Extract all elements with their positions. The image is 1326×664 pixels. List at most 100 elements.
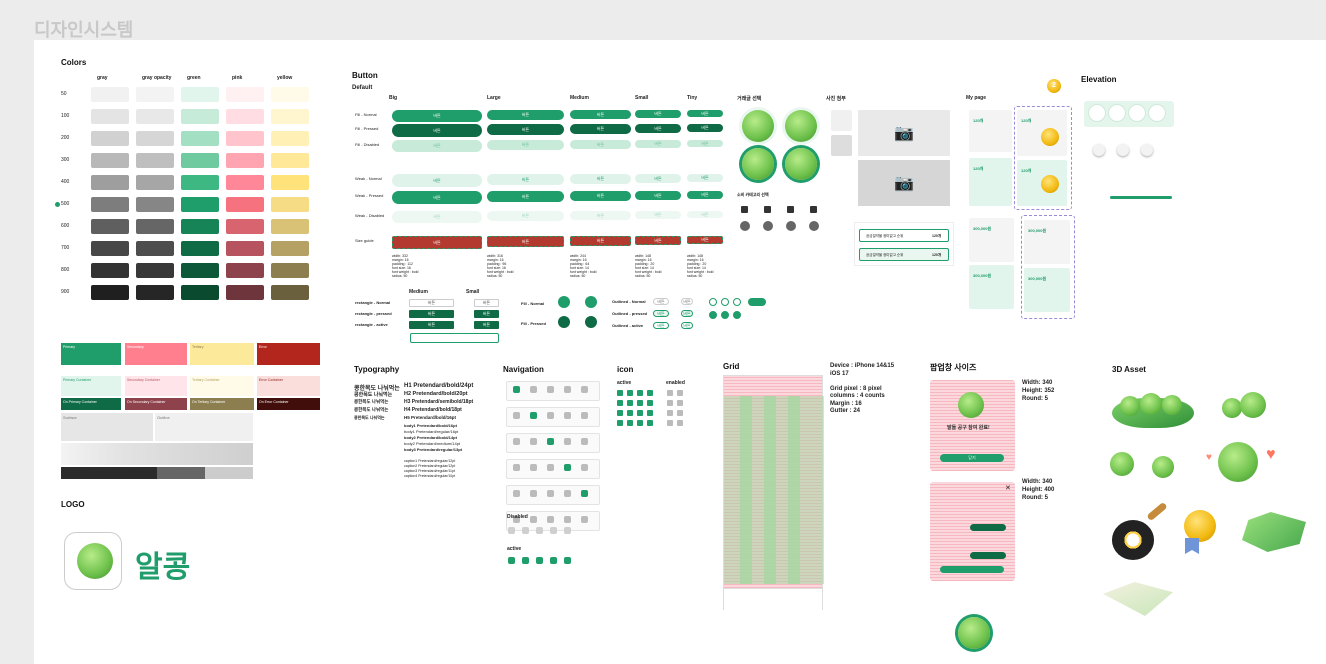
nav-tab-icon[interactable] xyxy=(564,516,571,523)
active-icon[interactable] xyxy=(627,410,633,416)
list-row[interactable]: 공금절약물 광미없고 순위 120개 xyxy=(859,248,949,261)
trade-option-2[interactable] xyxy=(785,110,817,142)
default-button[interactable]: 버튼 xyxy=(687,174,723,182)
profile-circle-icon[interactable] xyxy=(1117,144,1129,156)
default-button[interactable]: 버튼 xyxy=(392,124,482,137)
category-icon-selected[interactable] xyxy=(809,221,819,231)
active-icon[interactable] xyxy=(647,420,653,426)
popup-main-button[interactable] xyxy=(940,566,1004,573)
chip-icon[interactable] xyxy=(721,298,729,306)
nav-tab-icon[interactable] xyxy=(581,412,588,419)
popup-close-button[interactable]: 닫기 xyxy=(940,454,1004,462)
default-button[interactable]: 버튼 xyxy=(487,236,564,247)
nav-tab-icon[interactable] xyxy=(581,490,588,497)
outline-button[interactable]: 버튼 xyxy=(653,322,669,329)
nav-tab-icon[interactable] xyxy=(564,490,571,497)
nav-tab-icon[interactable] xyxy=(564,412,571,419)
rect-button-medium[interactable]: 버튼 xyxy=(409,321,454,329)
nav-tab-icon[interactable] xyxy=(547,490,554,497)
active-icon[interactable] xyxy=(617,400,623,406)
edit-icon-button[interactable] xyxy=(585,316,597,328)
photo-upload-1[interactable]: 📷 xyxy=(858,110,950,156)
photo-upload-2[interactable]: 📷 xyxy=(858,160,950,206)
default-button[interactable]: 버튼 xyxy=(570,174,631,184)
enabled-icon[interactable] xyxy=(677,400,683,406)
nav-active-icon[interactable] xyxy=(550,557,557,564)
active-icon[interactable] xyxy=(627,420,633,426)
default-button[interactable]: 버튼 xyxy=(635,191,681,200)
nav-active-icon[interactable] xyxy=(536,557,543,564)
active-icon[interactable] xyxy=(617,410,623,416)
photo-thumb-2[interactable] xyxy=(831,135,852,156)
outline-button[interactable]: 버튼 xyxy=(653,298,669,305)
default-button[interactable]: 버튼 xyxy=(635,110,681,118)
default-button[interactable]: 버튼 xyxy=(487,110,564,120)
mypage-card[interactable]: 300,000원 xyxy=(969,265,1014,309)
default-button[interactable]: 버튼 xyxy=(570,110,631,119)
nav-tab-icon[interactable] xyxy=(530,438,537,445)
enabled-icon[interactable] xyxy=(667,400,673,406)
default-button[interactable]: 버튼 xyxy=(687,110,723,117)
category-icon[interactable] xyxy=(810,206,817,213)
photo-thumb-1[interactable] xyxy=(831,110,852,131)
nav-tab-icon[interactable] xyxy=(530,386,537,393)
search-field[interactable] xyxy=(410,333,499,343)
nav-tab-icon[interactable] xyxy=(564,386,571,393)
add-icon-button[interactable] xyxy=(558,296,570,308)
profile-circle-icon[interactable] xyxy=(1141,144,1153,156)
nav-tab-icon[interactable] xyxy=(513,412,520,419)
nav-tab-icon[interactable] xyxy=(547,412,554,419)
nav-tab-icon[interactable] xyxy=(547,464,554,471)
nav-tab-icon[interactable] xyxy=(581,386,588,393)
popup-confirm-button-2[interactable] xyxy=(970,552,1006,559)
mypage-card[interactable]: 300,000원 xyxy=(1024,268,1070,312)
default-button[interactable]: 버튼 xyxy=(392,236,482,249)
nav-tab-icon[interactable] xyxy=(530,516,537,523)
trade-option-3[interactable] xyxy=(742,148,774,180)
nav-tab-icon[interactable] xyxy=(547,516,554,523)
mypage-card[interactable]: 300,000원 xyxy=(1024,220,1070,264)
nav-tab-icon[interactable] xyxy=(513,438,520,445)
nav-tab-icon[interactable] xyxy=(547,386,554,393)
nav-tab-icon[interactable] xyxy=(513,490,520,497)
default-button[interactable]: 버튼 xyxy=(487,191,564,202)
active-icon[interactable] xyxy=(637,420,643,426)
rect-button-medium[interactable]: 버튼 xyxy=(409,310,454,318)
outline-button-small[interactable]: 버튼 xyxy=(681,298,693,305)
category-icon-selected[interactable] xyxy=(763,221,773,231)
enabled-icon[interactable] xyxy=(667,410,673,416)
outline-button[interactable]: 버튼 xyxy=(653,310,669,317)
nav-tab-icon[interactable] xyxy=(530,490,537,497)
popup-confirm-button-1[interactable] xyxy=(970,524,1006,531)
default-button[interactable]: 버튼 xyxy=(392,191,482,204)
active-icon[interactable] xyxy=(617,390,623,396)
chip-icon[interactable] xyxy=(733,311,741,319)
category-icon[interactable] xyxy=(764,206,771,213)
nav-tab-icon[interactable] xyxy=(547,438,554,445)
active-icon[interactable] xyxy=(617,420,623,426)
default-button[interactable]: 버튼 xyxy=(687,236,723,244)
active-icon[interactable] xyxy=(627,400,633,406)
rect-button-small[interactable]: 버튼 xyxy=(474,299,499,307)
default-button[interactable]: 버튼 xyxy=(570,191,631,201)
nav-tab-icon[interactable] xyxy=(581,464,588,471)
default-button[interactable]: 버튼 xyxy=(392,110,482,122)
chip-icon[interactable] xyxy=(721,311,729,319)
chip-icon[interactable] xyxy=(709,311,717,319)
nav-tab-icon[interactable] xyxy=(564,464,571,471)
enabled-icon[interactable] xyxy=(677,390,683,396)
active-icon[interactable] xyxy=(627,390,633,396)
active-icon[interactable] xyxy=(647,410,653,416)
nav-tab-icon[interactable] xyxy=(530,412,537,419)
edit-icon-button[interactable] xyxy=(585,296,597,308)
add-icon-button[interactable] xyxy=(558,316,570,328)
nav-active-icon[interactable] xyxy=(522,557,529,564)
default-button[interactable]: 버튼 xyxy=(635,236,681,245)
outline-button-small[interactable]: 버튼 xyxy=(681,310,693,317)
active-icon[interactable] xyxy=(647,400,653,406)
profile-circle-icon[interactable] xyxy=(1093,144,1105,156)
nav-tab-icon[interactable] xyxy=(564,438,571,445)
default-button[interactable]: 버튼 xyxy=(570,124,631,134)
list-row[interactable]: 공금절약물 광미없고 순위 120개 xyxy=(859,229,949,242)
rect-button-small[interactable]: 버튼 xyxy=(474,310,499,318)
